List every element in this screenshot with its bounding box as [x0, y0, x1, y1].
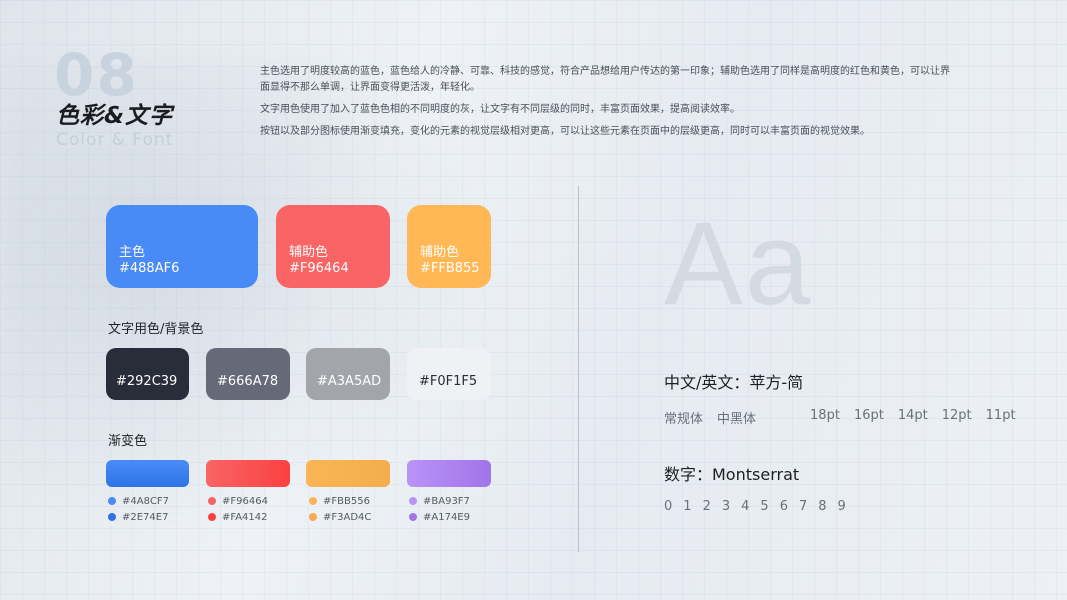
- font-size-label: 16pt: [853, 408, 884, 423]
- secondary-color-swatch-red: 辅助色 #F96464: [276, 205, 390, 288]
- swatch-label: 辅助色: [420, 245, 460, 260]
- digit: 5: [760, 499, 769, 514]
- text-color-swatch: #A3A5AD: [306, 348, 390, 400]
- swatch-hex: #488AF6: [119, 261, 180, 276]
- gradient-legend: #BA93F7 #A174E9: [409, 493, 470, 525]
- gradient-from: #F96464: [222, 495, 268, 507]
- gradient-swatch-yellow: [306, 460, 390, 487]
- swatch-hex: #F96464: [289, 261, 349, 276]
- gradient-from: #BA93F7: [423, 495, 470, 507]
- digit: 9: [837, 499, 846, 514]
- main-color-swatch: 主色 #488AF6: [106, 205, 258, 288]
- section-title: 色彩&文字: [56, 103, 174, 129]
- gradient-swatch-blue: [106, 460, 189, 487]
- gradient-to: #FA4142: [222, 511, 268, 523]
- color-dot-icon: [108, 513, 116, 521]
- swatch-hex: #F0F1F5: [419, 374, 478, 389]
- digit: 1: [683, 499, 692, 514]
- swatch-hex: #FFB855: [420, 261, 480, 276]
- gradient-to: #2E74E7: [122, 511, 169, 523]
- font-styles-row: 常规体 中黑体 18pt 16pt 14pt 12pt 11pt: [664, 408, 1030, 427]
- gradient-from: #4A8CF7: [122, 495, 170, 507]
- swatch-label: 辅助色: [289, 245, 329, 260]
- font-style-label: 常规体: [664, 412, 704, 427]
- background-color-swatch: #F0F1F5: [407, 348, 491, 400]
- text-color-swatch: #292C39: [106, 348, 189, 400]
- digit: 6: [779, 499, 788, 514]
- color-dot-icon: [208, 513, 216, 521]
- digit: 3: [721, 499, 731, 514]
- font-style-label: 中黑体: [717, 412, 757, 427]
- gradient-title: 渐变色: [108, 434, 148, 449]
- section-subtitle: Color & Font: [56, 130, 174, 150]
- gradient-to: #F3AD4C: [323, 511, 372, 523]
- gradient-swatch-purple: [407, 460, 491, 487]
- swatch-hex: #A3A5AD: [317, 374, 382, 389]
- gradient-legend: #4A8CF7 #2E74E7: [108, 493, 169, 525]
- color-dot-icon: [409, 513, 417, 521]
- swatch-hex: #292C39: [116, 374, 178, 389]
- digits-row: 0 1 2 3 4 5 6 7 8 9: [664, 499, 857, 514]
- color-dot-icon: [409, 497, 417, 505]
- digit: 0: [664, 499, 673, 514]
- font-size-label: 12pt: [941, 408, 972, 423]
- font-num-title: 数字：Montserrat: [664, 465, 800, 484]
- text-colors-title: 文字用色/背景色: [108, 322, 204, 337]
- gradient-to: #A174E9: [423, 511, 470, 523]
- gradient-swatch-red: [206, 460, 290, 487]
- text-color-swatch: #666A78: [206, 348, 290, 400]
- digit: 8: [818, 499, 827, 514]
- font-sample-glyph: Aa: [664, 198, 813, 330]
- gradient-legend: #F96464 #FA4142: [208, 493, 268, 525]
- color-dot-icon: [208, 497, 216, 505]
- digit: 7: [798, 499, 808, 514]
- digit: 2: [702, 499, 711, 514]
- gradient-legend: #FBB556 #F3AD4C: [309, 493, 371, 525]
- gradient-from: #FBB556: [323, 495, 370, 507]
- intro-text: 主色选用了明度较高的蓝色，蓝色给人的冷静、可靠、科技的感觉，符合产品想给用户传达…: [260, 64, 950, 146]
- intro-paragraph: 按钮以及部分图标使用渐变填充，变化的元素的视觉层级相对更高，可以让这些元素在页面…: [260, 126, 870, 137]
- font-cn-title: 中文/英文：苹方-简: [664, 373, 804, 392]
- vertical-divider: [578, 186, 579, 552]
- intro-paragraph: 主色选用了明度较高的蓝色，蓝色给人的冷静、可靠、科技的感觉，符合产品想给用户传达…: [260, 66, 950, 93]
- swatch-label: 主色: [119, 245, 146, 260]
- font-size-label: 11pt: [985, 408, 1016, 423]
- color-dot-icon: [108, 497, 116, 505]
- secondary-color-swatch-yellow: 辅助色 #FFB855: [407, 205, 491, 288]
- intro-paragraph: 文字用色使用了加入了蓝色色相的不同明度的灰，让文字有不同层级的同时，丰富页面效果…: [260, 104, 740, 115]
- font-size-label: 18pt: [810, 408, 840, 423]
- color-dot-icon: [309, 513, 317, 521]
- digit: 4: [741, 499, 750, 514]
- swatch-hex: #666A78: [217, 374, 279, 389]
- font-size-label: 14pt: [897, 408, 928, 423]
- color-dot-icon: [309, 497, 317, 505]
